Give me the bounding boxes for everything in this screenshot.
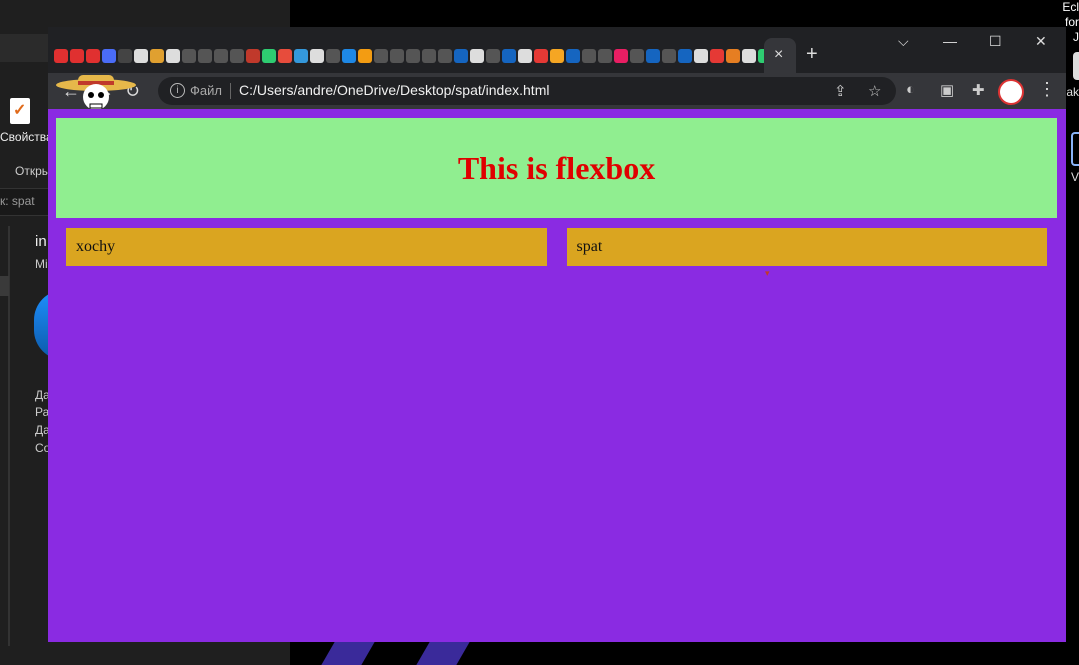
pinned-tab-favicon-icon[interactable]: [214, 49, 228, 63]
close-tab-icon[interactable]: ×: [774, 46, 783, 64]
pinned-tab-favicon-icon[interactable]: [230, 49, 244, 63]
properties-button[interactable]: Свойства: [0, 130, 53, 144]
browser-window: × + ⌵ — ☐ ✕ ← → ↻ i Файл C:/Users/andre/…: [48, 27, 1066, 642]
details-subtitle: Mi: [35, 257, 48, 271]
flex-item: xochy: [66, 228, 547, 266]
extensions-puzzle-icon[interactable]: ✚: [972, 81, 985, 99]
pinned-tab-favicon-icon[interactable]: [278, 49, 292, 63]
pinned-tab-favicon-icon[interactable]: [566, 49, 580, 63]
pinned-tab-favicon-icon[interactable]: [86, 49, 100, 63]
mouse-cursor-icon: ▾: [765, 268, 770, 278]
pinned-tab-favicon-icon[interactable]: [662, 49, 676, 63]
pinned-tab-favicon-icon[interactable]: [182, 49, 196, 63]
pinned-tab-favicon-icon[interactable]: [118, 49, 132, 63]
pinned-tab-favicon-icon[interactable]: [534, 49, 548, 63]
pinned-tab-favicon-icon[interactable]: [70, 49, 84, 63]
close-window-button[interactable]: ✕: [1035, 33, 1047, 50]
pinned-tab-favicon-icon[interactable]: [646, 49, 660, 63]
browser-toolbar: ← → ↻ i Файл C:/Users/andre/OneDrive/Des…: [48, 73, 1066, 109]
pinned-tab-favicon-icon[interactable]: [518, 49, 532, 63]
pinned-tab-favicon-icon[interactable]: [550, 49, 564, 63]
pinned-tab-favicon-icon[interactable]: [470, 49, 484, 63]
pinned-tab-favicon-icon[interactable]: [726, 49, 740, 63]
pinned-tab-favicon-icon[interactable]: [406, 49, 420, 63]
shortcut-label-line: Ecl: [1062, 0, 1079, 14]
share-icon[interactable]: ⇪: [834, 82, 847, 100]
page-viewport: This is flexbox xochy spat ▾: [48, 109, 1066, 642]
desktop-shortcut-icon[interactable]: [1073, 52, 1079, 80]
desktop-shortcut-label[interactable]: V: [1071, 170, 1079, 184]
profile-avatar[interactable]: [998, 79, 1024, 105]
maximize-button[interactable]: ☐: [989, 33, 1002, 50]
pinned-tab-favicon-icon[interactable]: [694, 49, 708, 63]
pinned-tab-favicon-icon[interactable]: [310, 49, 324, 63]
pinned-tab-favicon-icon[interactable]: [294, 49, 308, 63]
pinned-tab-favicon-icon[interactable]: [198, 49, 212, 63]
properties-icon[interactable]: [10, 98, 30, 124]
pinned-tab-favicon-icon[interactable]: [454, 49, 468, 63]
desktop-shortcut-label[interactable]: ak: [1066, 85, 1079, 99]
new-tab-button[interactable]: +: [806, 43, 818, 66]
pinned-tab-favicon-icon[interactable]: [438, 49, 452, 63]
desktop-shortcut-icon[interactable]: [1071, 132, 1079, 166]
straw-hat-skull-icon: [56, 75, 136, 110]
pinned-tab-favicon-icon[interactable]: [422, 49, 436, 63]
page-heading: This is flexbox: [457, 149, 656, 186]
flex-item: spat: [566, 228, 1047, 266]
page-header: This is flexbox: [56, 118, 1057, 218]
url-separator: [230, 83, 231, 99]
menu-kebab-icon[interactable]: ⋮: [1038, 79, 1056, 100]
pinned-tab-favicon-icon[interactable]: [390, 49, 404, 63]
open-button[interactable]: Откры: [15, 164, 50, 178]
pinned-tab-favicon-icon[interactable]: [166, 49, 180, 63]
pinned-tab-favicon-icon[interactable]: [134, 49, 148, 63]
extension-icon[interactable]: ◐: [906, 81, 915, 98]
pinned-tab-favicon-icon[interactable]: [582, 49, 596, 63]
bookmark-star-icon[interactable]: ☆: [868, 82, 881, 100]
pinned-tab-favicon-icon[interactable]: [246, 49, 260, 63]
pinned-tab-favicon-icon[interactable]: [502, 49, 516, 63]
pinned-tab-favicon-icon[interactable]: [486, 49, 500, 63]
pinned-tab-favicon-icon[interactable]: [342, 49, 356, 63]
url-text[interactable]: C:/Users/andre/OneDrive/Desktop/spat/ind…: [239, 82, 549, 98]
pinned-tab-favicon-icon[interactable]: [102, 49, 116, 63]
search-query-text: к: spat: [0, 194, 35, 208]
pinned-tab-favicon-icon[interactable]: [598, 49, 612, 63]
file-scheme-label: Файл: [190, 83, 222, 98]
extension-icon[interactable]: ▣: [940, 81, 954, 99]
minimize-button[interactable]: —: [943, 33, 957, 49]
flex-container: xochy spat: [66, 228, 1047, 266]
pinned-tab-favicon-icon[interactable]: [710, 49, 724, 63]
pinned-tab-favicon-icon[interactable]: [614, 49, 628, 63]
pinned-tab-favicon-icon[interactable]: [326, 49, 340, 63]
pinned-tab-favicon-icon[interactable]: [54, 49, 68, 63]
pinned-tab-favicon-icon[interactable]: [678, 49, 692, 63]
pinned-tab-favicon-icon[interactable]: [630, 49, 644, 63]
pinned-tab-favicon-icon[interactable]: [742, 49, 756, 63]
pinned-tab-favicon-icon[interactable]: [358, 49, 372, 63]
address-bar[interactable]: i Файл C:/Users/andre/OneDrive/Desktop/s…: [158, 77, 896, 105]
tab-strip: × + ⌵ — ☐ ✕: [48, 27, 1066, 73]
pinned-tab-favicon-icon[interactable]: [262, 49, 276, 63]
pinned-tab-favicon-icon[interactable]: [150, 49, 164, 63]
info-icon[interactable]: i: [170, 83, 185, 98]
details-title: in: [35, 233, 47, 250]
explorer-selection-marker: [0, 276, 9, 296]
pinned-tabs: [54, 44, 788, 68]
tab-search-icon[interactable]: ⌵: [898, 33, 909, 50]
pinned-tab-favicon-icon[interactable]: [374, 49, 388, 63]
